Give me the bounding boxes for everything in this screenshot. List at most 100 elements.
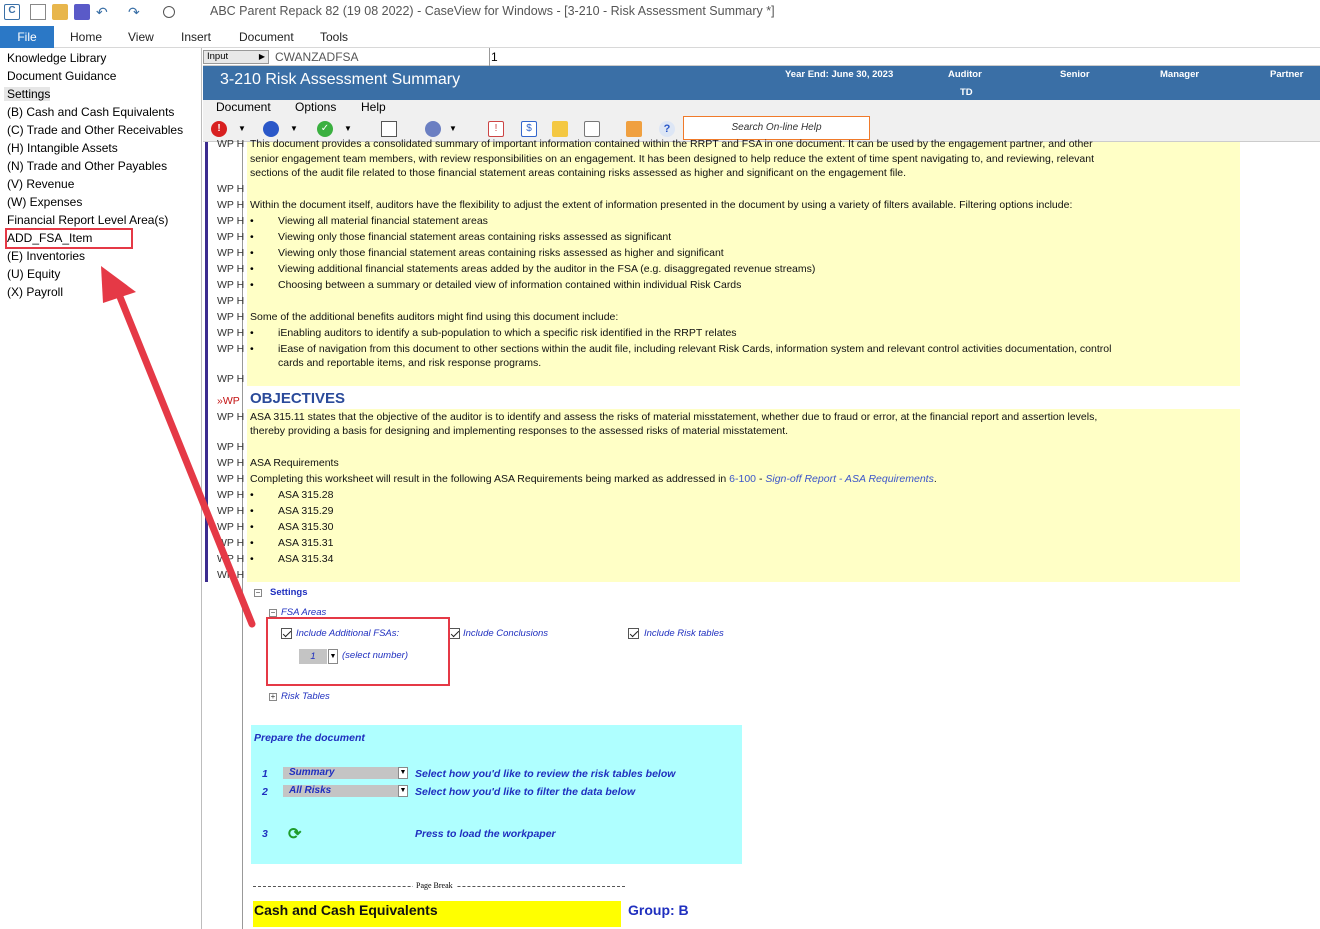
asa-req-ref-link[interactable]: 6-100 bbox=[729, 473, 756, 485]
wp-marker[interactable]: WP H bbox=[217, 138, 244, 150]
settings-sun-icon[interactable] bbox=[552, 121, 568, 137]
left-margin-bar bbox=[205, 142, 208, 582]
wp-marker[interactable]: WP H bbox=[217, 311, 244, 323]
include-conclusions-label: Include Conclusions bbox=[463, 628, 549, 639]
left-item-settings[interactable]: Settings bbox=[4, 87, 50, 101]
wp-marker[interactable]: WP H bbox=[217, 457, 244, 469]
left-item-receivables[interactable]: (C) Trade and Other Receivables bbox=[7, 123, 183, 137]
section-title: Cash and Cash Equivalents bbox=[254, 902, 438, 918]
wp-marker[interactable]: WP H bbox=[217, 295, 244, 307]
wp-marker[interactable]: WP H bbox=[217, 537, 244, 549]
bullet: • bbox=[250, 327, 254, 339]
left-item-equity[interactable]: (U) Equity bbox=[7, 267, 60, 281]
undo-icon[interactable]: ↶ bbox=[96, 4, 112, 20]
tab-home[interactable]: Home bbox=[70, 30, 102, 44]
benefits-intro: Some of the additional benefits auditors… bbox=[250, 311, 619, 323]
margin-rule bbox=[242, 142, 243, 929]
left-item-expenses[interactable]: (W) Expenses bbox=[7, 195, 82, 209]
left-item-financial-report-level[interactable]: Financial Report Level Area(s) bbox=[7, 213, 168, 227]
benefit-item: iEase of navigation from this document t… bbox=[278, 343, 1112, 355]
issue-note-icon[interactable]: ! bbox=[488, 121, 504, 137]
wp-marker[interactable]: WP H bbox=[217, 279, 244, 291]
ribbon: File Home View Insert Document Tools bbox=[0, 26, 1320, 48]
chevron-down-icon[interactable]: ▼ bbox=[398, 785, 408, 797]
wp-marker[interactable]: WP H bbox=[217, 231, 244, 243]
left-item-inventories[interactable]: (E) Inventories bbox=[7, 249, 85, 263]
asa-req-link[interactable]: Sign-off Report - ASA Requirements bbox=[765, 473, 933, 485]
left-item-revenue[interactable]: (V) Revenue bbox=[7, 177, 74, 191]
wp-marker[interactable]: WP H bbox=[217, 247, 244, 259]
check-icon[interactable]: ✓ bbox=[317, 121, 333, 137]
tab-insert[interactable]: Insert bbox=[181, 30, 211, 44]
wp-marker[interactable]: WP H bbox=[217, 263, 244, 275]
menu-document[interactable]: Document bbox=[216, 100, 271, 114]
bullet: • bbox=[250, 489, 254, 501]
objectives-heading: OBJECTIVES bbox=[250, 390, 346, 407]
wp-marker[interactable]: WP H bbox=[217, 327, 244, 339]
ruler-icon[interactable] bbox=[381, 121, 397, 137]
tab-file[interactable]: File bbox=[0, 26, 54, 48]
refresh-icon[interactable]: ⟳ bbox=[288, 824, 301, 844]
wp-marker[interactable]: WP H bbox=[217, 183, 244, 195]
input-mode-dropdown[interactable]: Input ▶ bbox=[203, 50, 269, 64]
wp-marker[interactable]: WP H bbox=[217, 441, 244, 453]
left-item-knowledge-library[interactable]: Knowledge Library bbox=[7, 51, 106, 65]
left-item-document-guidance[interactable]: Document Guidance bbox=[7, 69, 116, 83]
review-mode-dropdown[interactable]: Summary ▼ bbox=[283, 767, 408, 779]
wp-marker[interactable]: WP H bbox=[217, 569, 244, 581]
risk-tables-label: Risk Tables bbox=[281, 691, 330, 702]
left-item-cash[interactable]: (B) Cash and Cash Equivalents bbox=[7, 105, 174, 119]
wp-marker[interactable]: WP H bbox=[217, 489, 244, 501]
wp-marker[interactable]: WP H bbox=[217, 215, 244, 227]
wp-marker[interactable]: WP H bbox=[217, 553, 244, 565]
shield-icon[interactable] bbox=[425, 121, 441, 137]
left-item-payables[interactable]: (N) Trade and Other Payables bbox=[7, 159, 167, 173]
left-item-intangibles[interactable]: (H) Intangible Assets bbox=[7, 141, 118, 155]
wp-marker-active[interactable]: »WP bbox=[217, 395, 240, 407]
tab-tools[interactable]: Tools bbox=[320, 30, 348, 44]
save-icon[interactable] bbox=[74, 4, 90, 20]
filter-item: Choosing between a summary or detailed v… bbox=[278, 279, 742, 291]
open-folder-icon[interactable] bbox=[52, 4, 68, 20]
auditor-signoff[interactable]: TD bbox=[960, 87, 973, 98]
signoff-icon[interactable] bbox=[584, 121, 600, 137]
wp-marker[interactable]: WP H bbox=[217, 199, 244, 211]
menu-options[interactable]: Options bbox=[295, 100, 336, 114]
include-risk-tables-checkbox[interactable] bbox=[628, 628, 639, 639]
cell-value-input[interactable]: 1 bbox=[491, 50, 498, 64]
chevron-down-icon[interactable]: ▼ bbox=[238, 124, 246, 133]
wp-marker[interactable]: WP H bbox=[217, 343, 244, 355]
prepare-document-box: Prepare the document 1 Summary ▼ Select h… bbox=[251, 725, 742, 864]
collapse-fsa-areas-icon[interactable]: − bbox=[269, 609, 277, 617]
dollar-icon[interactable]: $ bbox=[521, 121, 537, 137]
wp-marker[interactable]: WP H bbox=[217, 411, 244, 423]
wp-marker[interactable]: WP H bbox=[217, 521, 244, 533]
redo-icon[interactable]: ↷ bbox=[128, 4, 144, 20]
tab-document[interactable]: Document bbox=[239, 30, 294, 44]
help-icon[interactable]: ? bbox=[659, 121, 675, 137]
risk-filter-dropdown[interactable]: All Risks ▼ bbox=[283, 785, 408, 797]
collapse-settings-icon[interactable]: − bbox=[254, 589, 262, 597]
expand-risk-tables-icon[interactable]: + bbox=[269, 693, 277, 701]
print-preview-icon[interactable] bbox=[163, 6, 175, 18]
benefit-item-cont: cards and reportable items, and risk res… bbox=[278, 357, 542, 369]
home-icon[interactable] bbox=[626, 121, 642, 137]
chevron-down-icon[interactable]: ▼ bbox=[398, 767, 408, 779]
issue-icon[interactable]: ! bbox=[211, 121, 227, 137]
wp-marker[interactable]: WP H bbox=[217, 373, 244, 385]
chevron-down-icon[interactable]: ▼ bbox=[290, 124, 298, 133]
search-online-help-input[interactable]: Search On-line Help bbox=[683, 116, 870, 140]
chevron-down-icon[interactable]: ▼ bbox=[449, 124, 457, 133]
wp-marker[interactable]: WP H bbox=[217, 473, 244, 485]
include-conclusions-checkbox[interactable] bbox=[449, 628, 460, 639]
review-mode-value: Summary bbox=[289, 767, 335, 778]
new-icon[interactable] bbox=[30, 4, 46, 20]
chevron-down-icon[interactable]: ▼ bbox=[344, 124, 352, 133]
document-menu: Document Options Help bbox=[203, 100, 1320, 116]
stop-icon[interactable] bbox=[263, 121, 279, 137]
wp-marker[interactable]: WP H bbox=[217, 505, 244, 517]
menu-help[interactable]: Help bbox=[361, 100, 386, 114]
left-item-payroll[interactable]: (X) Payroll bbox=[7, 285, 63, 299]
year-end-label: Year End: June 30, 2023 bbox=[785, 69, 894, 80]
tab-view[interactable]: View bbox=[128, 30, 154, 44]
